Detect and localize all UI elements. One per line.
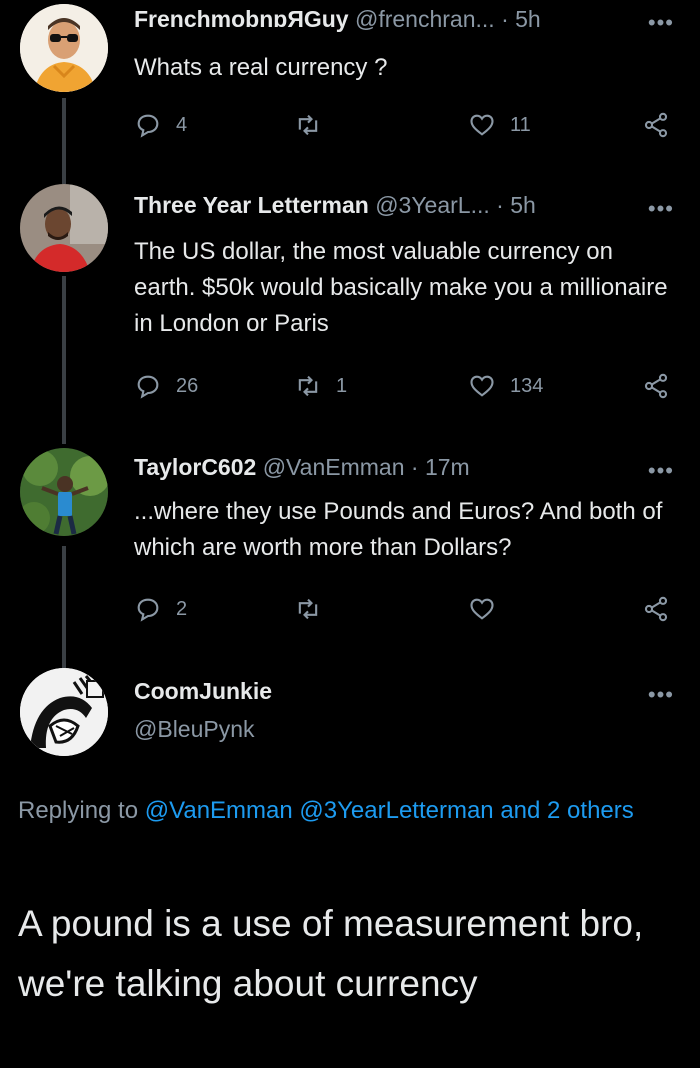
heart-icon [470, 598, 494, 620]
tweet-text: Whats a real currency ? [134, 54, 388, 81]
handle[interactable]: @3YearL... [375, 192, 490, 218]
share-button[interactable] [642, 592, 670, 626]
handle[interactable]: @frenchran... [355, 6, 495, 32]
reply-button[interactable]: 26 [134, 369, 198, 403]
avatar[interactable] [20, 668, 108, 756]
heart-icon [470, 375, 494, 397]
avatar[interactable] [20, 184, 108, 272]
like-button[interactable] [468, 592, 510, 626]
avatar[interactable] [20, 4, 108, 92]
replying-prefix: Replying to [18, 797, 145, 824]
share-icon [644, 112, 668, 138]
more-options-icon[interactable]: ••• [648, 10, 674, 36]
display-name[interactable]: FrenchmobnɒЯGuy [134, 6, 349, 32]
heart-icon [470, 114, 494, 136]
retweet-icon [298, 598, 318, 620]
tweet-text: The US dollar, the most valuable currenc… [134, 238, 668, 337]
reply-count: 4 [176, 113, 188, 136]
tweet-actions: 2 [134, 592, 674, 626]
tweet-header: FrenchmobnɒЯGuy @frenchran... · 5h [134, 6, 541, 33]
retweet-count: 1 [336, 374, 348, 397]
timestamp[interactable]: · 5h [501, 6, 541, 32]
reply-icon [137, 114, 159, 138]
display-name[interactable]: Three Year Letterman [134, 192, 369, 218]
like-button[interactable]: 11 [468, 108, 531, 142]
reply-icon [137, 375, 159, 399]
tweet-header: TaylorC602 @VanEmman · 17m [134, 454, 470, 481]
retweet-button[interactable]: 1 [294, 369, 347, 403]
like-count: 134 [510, 374, 544, 397]
avatar[interactable] [20, 448, 108, 536]
tweet-actions: 26 1 134 [134, 369, 674, 403]
tweet[interactable]: TaylorC602 @VanEmman · 17m ••• ...where … [0, 448, 700, 648]
like-count: 11 [510, 113, 531, 136]
more-options-icon[interactable]: ••• [648, 458, 674, 484]
tweet[interactable]: FrenchmobnɒЯGuy @frenchran... · 5h ••• W… [0, 0, 700, 170]
reply-button[interactable]: 4 [134, 108, 187, 142]
share-button[interactable] [642, 108, 670, 142]
share-icon [644, 373, 668, 399]
handle[interactable]: @VanEmman [263, 454, 405, 480]
like-button[interactable]: 134 [468, 369, 543, 403]
tweet[interactable]: Three Year Letterman @3YearL... · 5h •••… [0, 184, 700, 424]
tweet-text: ...where they use Pounds and Euros? And … [134, 498, 663, 561]
reply-count: 2 [176, 597, 188, 620]
tweet-header: Three Year Letterman @3YearL... · 5h [134, 192, 536, 219]
handle[interactable]: @BleuPynk [134, 716, 255, 743]
timestamp[interactable]: · 17m [411, 454, 470, 480]
reply-icon [137, 598, 159, 622]
main-tweet: CoomJunkie @BleuPynk ••• Replying to @Va… [0, 668, 700, 1068]
retweet-icon [298, 114, 318, 136]
share-icon [644, 596, 668, 622]
timestamp[interactable]: · 5h [496, 192, 536, 218]
retweet-icon [298, 375, 318, 397]
more-options-icon[interactable]: ••• [648, 682, 674, 708]
more-options-icon[interactable]: ••• [648, 196, 674, 222]
share-button[interactable] [642, 369, 670, 403]
retweet-button[interactable] [294, 592, 336, 626]
replying-to: Replying to @VanEmman @3YearLetterman an… [18, 792, 658, 830]
display-name[interactable]: CoomJunkie [134, 678, 272, 705]
replying-to-links[interactable]: @VanEmman @3YearLetterman and 2 others [145, 797, 634, 824]
reply-button[interactable]: 2 [134, 592, 187, 626]
retweet-button[interactable] [294, 108, 336, 142]
reply-count: 26 [176, 374, 199, 397]
main-tweet-text: A pound is a use of measurement bro, we'… [18, 903, 644, 1004]
display-name[interactable]: TaylorC602 [134, 454, 256, 480]
tweet-actions: 4 11 [134, 108, 674, 142]
